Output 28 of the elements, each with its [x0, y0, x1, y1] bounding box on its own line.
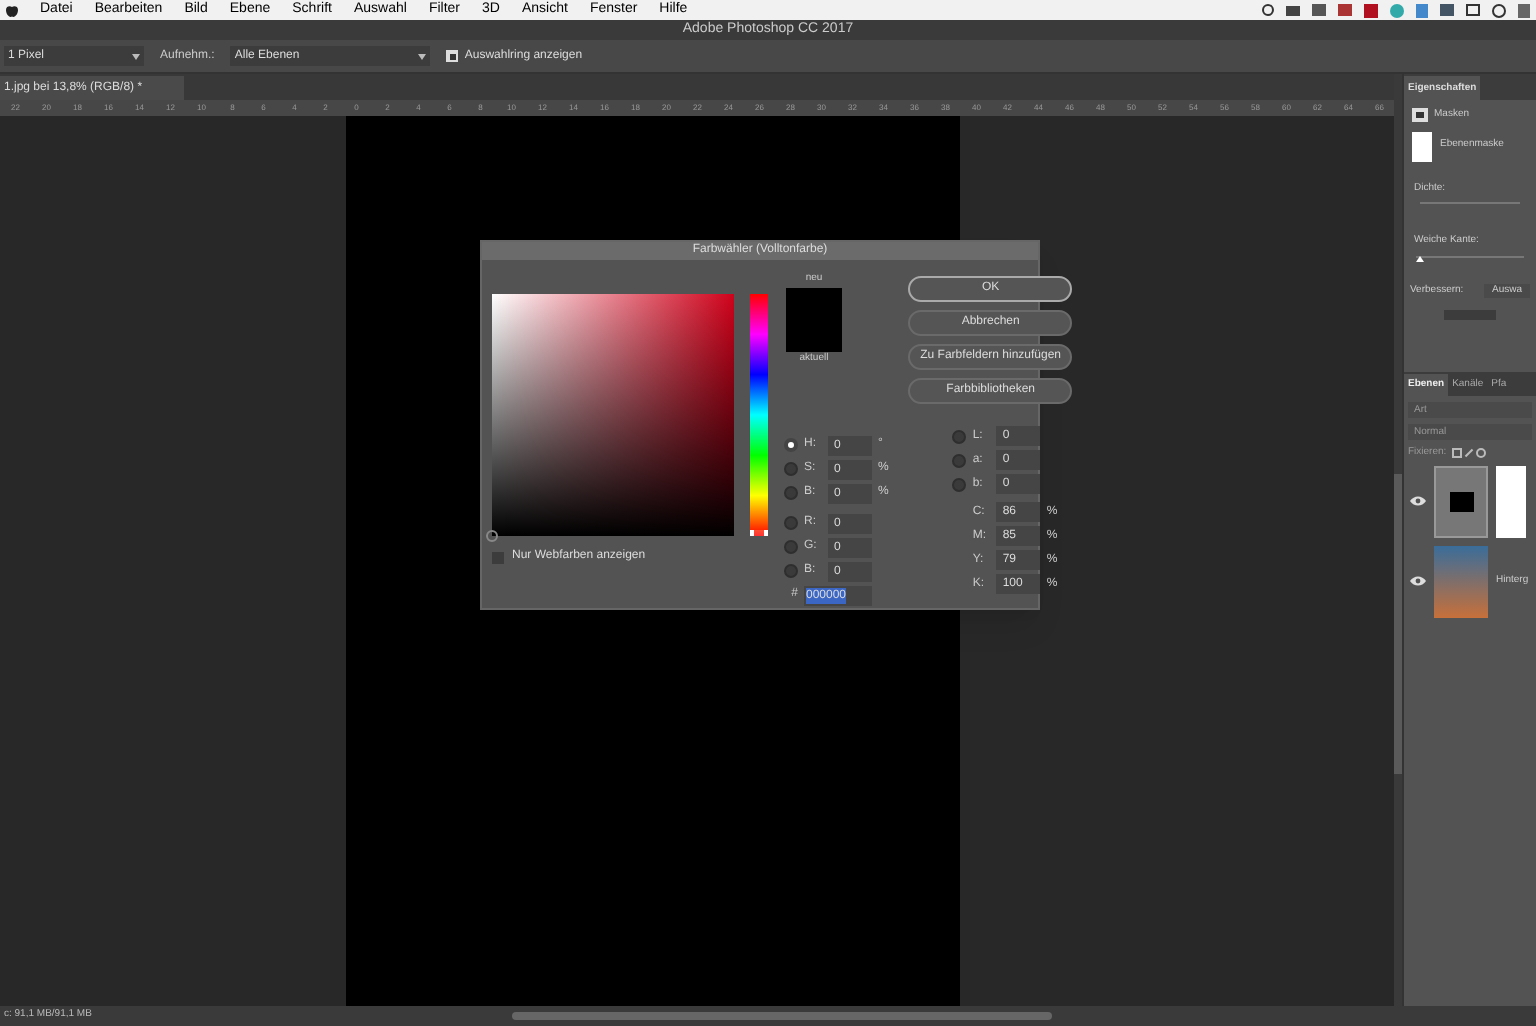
radio-button[interactable] — [784, 516, 798, 530]
mask-icon — [1412, 108, 1428, 123]
eye-icon[interactable] — [1410, 496, 1426, 506]
picker-ring-icon[interactable] — [486, 530, 498, 542]
move-icon[interactable] — [1476, 448, 1487, 459]
checkbox[interactable] — [446, 50, 459, 62]
eye-icon[interactable] — [1410, 576, 1426, 586]
apple-logo-icon[interactable] — [6, 3, 18, 17]
lock-pixels-icon[interactable] — [1452, 448, 1463, 459]
caret-icon — [132, 53, 140, 59]
radio-button[interactable] — [952, 429, 967, 443]
radio-button[interactable] — [784, 564, 798, 578]
color-field[interactable] — [492, 294, 734, 536]
radio-button[interactable] — [784, 438, 798, 452]
radio-button[interactable] — [784, 540, 798, 554]
color-swatch — [786, 288, 842, 352]
photo-placeholder — [1434, 545, 1488, 617]
radio-button[interactable] — [952, 453, 967, 467]
mask-thumbnail — [1496, 465, 1526, 537]
radio-button[interactable] — [952, 477, 967, 491]
brush-icon[interactable] — [1465, 449, 1474, 458]
caret-icon — [418, 53, 427, 59]
layer-thumbnail — [1434, 465, 1488, 537]
mask-thumbnail — [1412, 131, 1432, 161]
hue-slider-handle[interactable] — [750, 530, 768, 536]
radio-button[interactable] — [784, 462, 798, 476]
hue-slider[interactable] — [750, 294, 768, 536]
radio-button[interactable] — [784, 486, 798, 500]
